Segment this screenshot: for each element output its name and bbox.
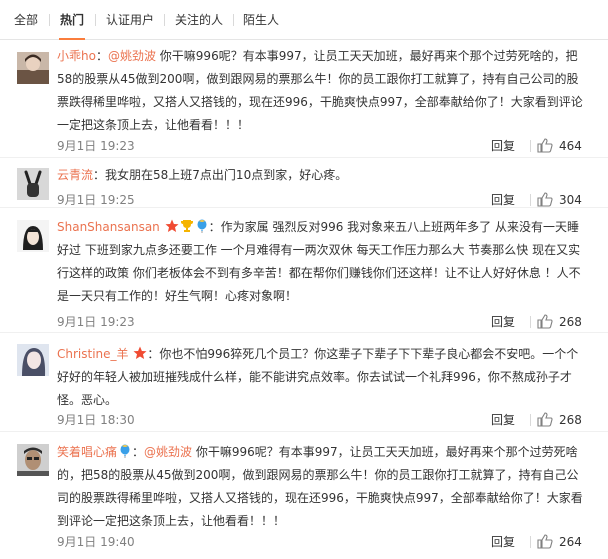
thumbs-up-icon: [537, 192, 553, 207]
like-count: 268: [559, 413, 582, 427]
thumbs-up-icon: [537, 138, 553, 153]
reply-button[interactable]: 回复: [491, 137, 515, 155]
comment-time: 9月1日 18:30: [57, 413, 135, 427]
meta-divider: [530, 414, 531, 426]
name-colon: ：: [93, 168, 106, 182]
tab-verified-users[interactable]: 认证用户: [104, 0, 156, 40]
comment-meta: 9月1日 19:23 回复 268: [57, 313, 587, 331]
name-colon: ：: [208, 220, 221, 234]
comment-body: 我女朋在58上班7点出门10点到家，好心疼。: [105, 168, 348, 182]
commenter-name[interactable]: 小乖ho: [57, 49, 96, 63]
comment-time: 9月1日 19:23: [57, 315, 135, 329]
avatar-image: [17, 344, 49, 376]
balloon-badge-icon[interactable]: [195, 219, 209, 233]
comment-text: 小乖ho：@姚劲波 你干嘛996呢？有本事997，让员工天天加班，最好再来个那个…: [57, 45, 587, 137]
meta-divider: [530, 536, 531, 548]
comment-meta: 9月1日 19:23 回复 464: [57, 137, 587, 155]
comment-item: ShanShansansan ：作为家属 强烈反对996 我对象来五八上班两年多…: [0, 208, 608, 333]
tab-divider: [233, 14, 234, 26]
comment-meta: 9月1日 19:40 回复 264: [57, 533, 587, 551]
reply-button[interactable]: 回复: [491, 191, 515, 209]
star-badge-icon[interactable]: [133, 346, 147, 360]
tab-divider: [164, 14, 165, 26]
comment-time: 9月1日 19:23: [57, 139, 135, 153]
tab-hot[interactable]: 热门: [57, 0, 87, 40]
avatar-image: [17, 52, 49, 84]
like-count: 268: [559, 315, 582, 329]
avatar[interactable]: [17, 344, 49, 376]
like-count: 264: [559, 535, 582, 549]
like-button[interactable]: 304: [537, 191, 587, 209]
thumbs-up-icon: [537, 534, 553, 549]
comment-text: 云青流：我女朋在58上班7点出门10点到家，好心疼。: [57, 164, 587, 187]
reply-button[interactable]: 回复: [491, 313, 515, 331]
thumbs-up-icon: [537, 412, 553, 427]
star-badge-icon[interactable]: [165, 219, 179, 233]
comment-meta: 9月1日 19:25 回复 304: [57, 191, 587, 209]
tab-divider: [49, 14, 50, 26]
comment-time: 9月1日 19:25: [57, 193, 135, 207]
comment-item: 小乖ho：@姚劲波 你干嘛996呢？有本事997，让员工天天加班，最好再来个那个…: [0, 40, 608, 158]
reply-button[interactable]: 回复: [491, 411, 515, 429]
avatar-image: [17, 168, 49, 200]
comment-item: 笑着唱心痛 ：@姚劲波 你干嘛996呢？有本事997，让员工天天加班，最好再来个那…: [0, 432, 608, 559]
meta-divider: [530, 140, 531, 152]
avatar[interactable]: [17, 168, 49, 200]
avatar-image: [17, 444, 49, 476]
tab-following[interactable]: 关注的人: [173, 0, 225, 40]
avatar-image: [17, 220, 49, 252]
tab-strangers[interactable]: 陌生人: [241, 0, 281, 40]
name-colon: ：: [147, 347, 160, 361]
comment-text: ShanShansansan ：作为家属 强烈反对996 我对象来五八上班两年多…: [57, 216, 587, 308]
trophy-badge-icon[interactable]: [180, 219, 194, 233]
commenter-name[interactable]: ShanShansansan: [57, 220, 160, 234]
comment-time: 9月1日 19:40: [57, 535, 135, 549]
meta-divider: [530, 316, 531, 328]
comment-item: Christine_羊 ：你也不怕996猝死几个员工？你这辈子下辈子下下辈子良心…: [0, 333, 608, 432]
reply-button[interactable]: 回复: [491, 533, 515, 551]
name-colon: ：: [95, 49, 108, 63]
avatar[interactable]: [17, 220, 49, 252]
like-button[interactable]: 268: [537, 313, 587, 331]
comment-item: 云青流：我女朋在58上班7点出门10点到家，好心疼。 9月1日 19:25 回复…: [0, 158, 608, 208]
tab-all[interactable]: 全部: [11, 0, 41, 40]
avatar[interactable]: [17, 444, 49, 476]
like-button[interactable]: 264: [537, 533, 587, 551]
avatar[interactable]: [17, 52, 49, 84]
like-count: 304: [559, 193, 582, 207]
comment-text: 笑着唱心痛 ：@姚劲波 你干嘛996呢？有本事997，让员工天天加班，最好再来个那…: [57, 441, 587, 533]
comment-filter-tabs: 全部 热门 认证用户 关注的人 陌生人: [0, 0, 608, 40]
commenter-name[interactable]: Christine_羊: [57, 347, 129, 361]
comment-text: Christine_羊 ：你也不怕996猝死几个员工？你这辈子下辈子下下辈子良心…: [57, 343, 587, 412]
mention-link[interactable]: @姚劲波: [144, 445, 192, 459]
meta-divider: [530, 194, 531, 206]
thumbs-up-icon: [537, 314, 553, 329]
like-button[interactable]: 268: [537, 411, 587, 429]
commenter-name[interactable]: 笑着唱心痛: [57, 445, 117, 459]
balloon-badge-icon[interactable]: [118, 444, 132, 458]
tab-divider: [95, 14, 96, 26]
comment-meta: 9月1日 18:30 回复 268: [57, 411, 587, 429]
like-count: 464: [559, 139, 582, 153]
name-colon: ：: [132, 445, 145, 459]
commenter-name[interactable]: 云青流: [57, 168, 93, 182]
like-button[interactable]: 464: [537, 137, 587, 155]
mention-link[interactable]: @姚劲波: [108, 49, 156, 63]
